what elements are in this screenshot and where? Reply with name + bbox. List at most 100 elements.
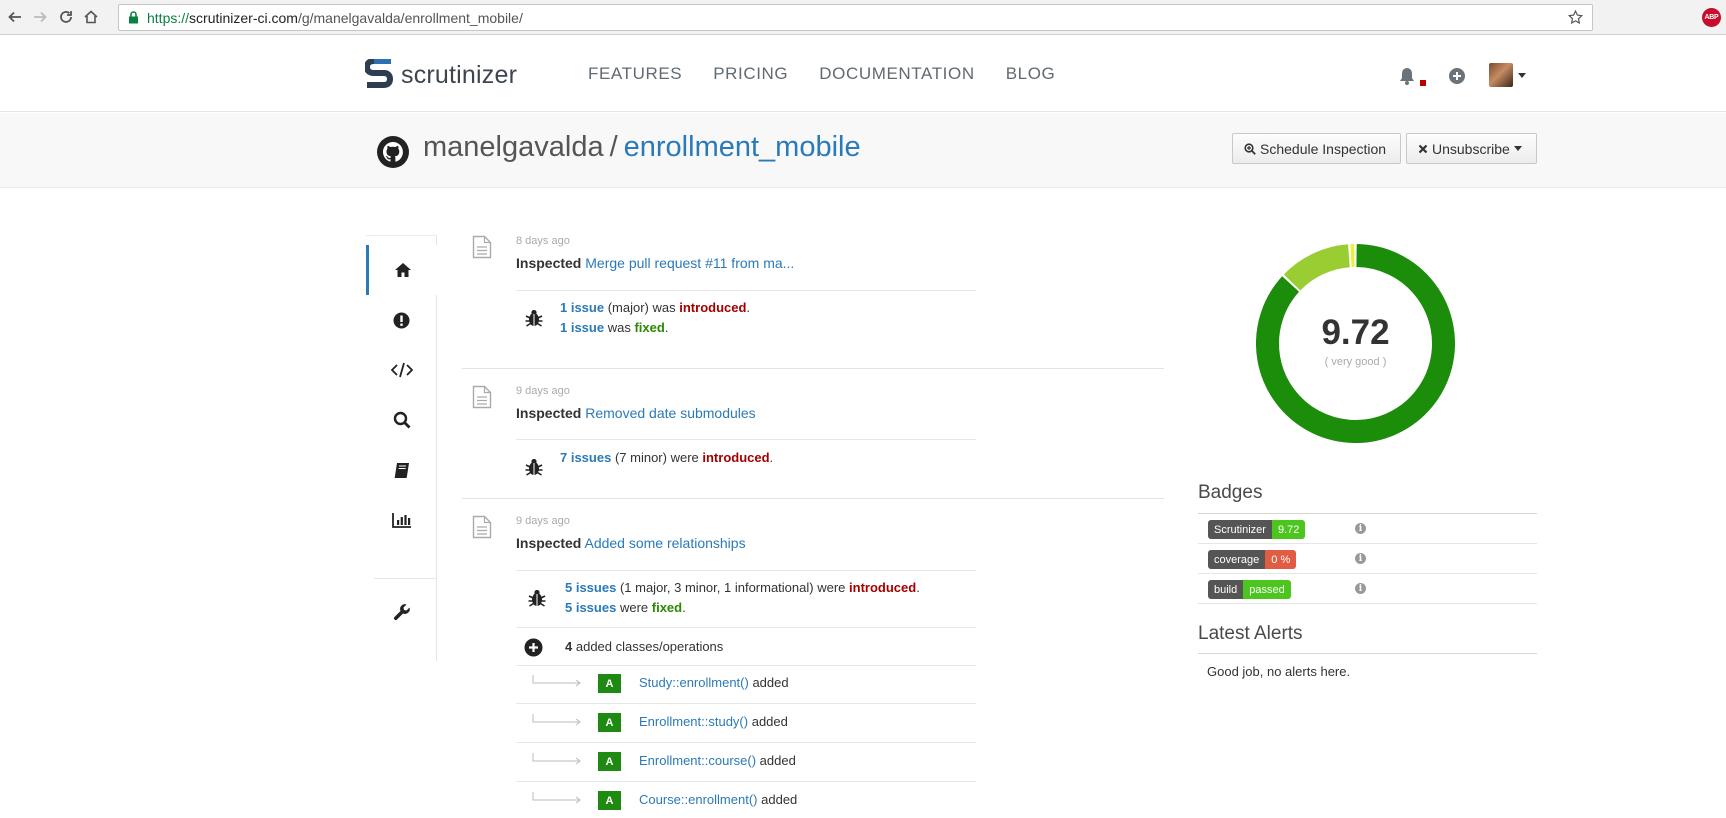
badge-label: coverage [1208,550,1266,569]
info-icon[interactable]: i [1355,553,1366,564]
schedule-inspection-button[interactable]: Schedule Inspection [1232,133,1401,164]
inspection-entry: 9 days ago Inspected Removed date submod… [462,385,1164,495]
fixed-detail: were [619,600,649,615]
repository-bar: manelgavalda / enrollment_mobile Schedule … [0,113,1726,188]
inspection-entry: 9 days ago Inspected Added some relation… [462,515,1164,818]
scrutinizer-badge[interactable]: Scrutinizer 9.72 [1208,520,1306,539]
add-circle-icon[interactable] [1449,68,1465,84]
entry-divider [516,665,976,666]
fixed-word: fixed [651,600,683,615]
method-status: added [759,753,796,768]
chevron-down-icon [1513,146,1522,151]
method-link[interactable]: Enrollment::course() [639,753,756,768]
fixed-issues-line: 1 issue was fixed. [560,320,669,335]
method-link[interactable]: Study::enrollment() [639,675,749,690]
user-avatar[interactable] [1489,63,1513,87]
alerts-divider [1198,653,1537,654]
build-badge[interactable]: build passed [1208,580,1291,599]
fixed-issues-link[interactable]: 1 issue [560,320,604,335]
inspection-entry: 8 days ago Inspected Merge pull request … [462,235,1164,365]
fixed-issues-link[interactable]: 5 issues [565,600,616,615]
chevron-down-icon[interactable] [1518,73,1526,78]
nav-features[interactable]: FEATURES [588,64,682,84]
method-link[interactable]: Enrollment::study() [639,714,748,729]
home-browser-icon[interactable] [79,5,103,29]
nav-blog[interactable]: BLOG [1006,64,1056,84]
reload-icon[interactable] [54,5,78,29]
inspection-verb: Inspected [516,255,582,271]
main-nav: FEATURES PRICING DOCUMENTATION BLOG [588,64,1086,84]
entry-divider [516,703,976,704]
repo-owner[interactable]: manelgavalda [423,131,604,163]
bookmark-star-icon[interactable] [1567,9,1584,26]
sidebar-top-border [366,235,437,236]
plus-circle-icon [524,638,543,657]
entry-divider [516,570,976,571]
unsubscribe-button[interactable]: Unsubscribe [1406,133,1537,164]
sidebar-item-search[interactable] [366,395,437,445]
introduced-issues-line: 7 issues (7 minor) were introduced. [560,450,774,465]
inspection-commit-link[interactable]: Added some relationships [584,535,745,551]
document-icon [472,385,492,409]
latest-alerts-title: Latest Alerts [1198,623,1303,644]
introduced-issues-link[interactable]: 5 issues [565,580,616,595]
sidebar-divider [374,578,437,579]
introduced-issues-link[interactable]: 1 issue [560,300,604,315]
schedule-inspection-label: Schedule Inspection [1260,140,1387,157]
inspection-commit-link[interactable]: Merge pull request #11 from ma... [585,255,794,271]
badge-label: build [1208,580,1244,599]
sidebar-item-home[interactable] [366,245,437,295]
sidebar-item-code[interactable] [366,345,437,395]
introduced-detail: (major) was [607,300,676,315]
info-icon[interactable]: i [1355,583,1366,594]
inspection-commit-link[interactable]: Removed date submodules [585,405,755,421]
forward-icon[interactable] [28,5,52,29]
alerts-message: Good job, no alerts here. [1207,664,1351,679]
badge-row: coverage 0 % i [1198,544,1537,574]
method-link[interactable]: Course::enrollment() [639,792,758,807]
repo-name[interactable]: enrollment_mobile [624,131,861,163]
exclamation-circle-icon [393,312,410,328]
info-icon[interactable]: i [1355,523,1366,534]
introduced-issues-link[interactable]: 7 issues [560,450,611,465]
sidebar-item-issues[interactable] [366,295,437,345]
inspection-time: 9 days ago [516,385,570,397]
bar-chart-icon [391,513,411,528]
introduced-issues-line: 1 issue (major) was introduced. [560,300,751,315]
wrench-icon [393,604,410,621]
repo-separator: / [609,131,618,163]
adblock-extension-icon[interactable]: ABP [1702,8,1721,27]
badges-title: Badges [1198,482,1263,503]
tree-connector-icon [532,753,581,765]
inspection-headline: Inspected Merge pull request #11 from ma… [516,255,794,271]
url-path: /g/manelgavalda/enrollment_mobile/ [297,10,523,26]
inspection-headline: Inspected Added some relationships [516,535,746,551]
fixed-word: fixed [634,320,665,335]
bug-icon [525,458,543,476]
introduced-word: introduced [702,450,770,465]
browser-toolbar: https://scrutinizer-ci.com/g/manelgavald… [0,0,1726,35]
lock-icon [129,11,138,24]
badge-row: Scrutinizer 9.72 i [1198,514,1537,544]
quality-rating: ( very good ) [1324,356,1387,368]
badge-row: build passed i [1198,574,1537,604]
back-icon[interactable] [3,5,27,29]
code-icon [390,362,413,378]
notification-bell-icon[interactable] [1398,66,1416,86]
badge-value: 9.72 [1271,520,1306,539]
scrutinizer-logo[interactable]: scrutinizer [365,55,517,95]
nav-pricing[interactable]: PRICING [713,64,788,84]
site-header: scrutinizer FEATURES PRICING DOCUMENTATI… [0,35,1726,112]
document-icon [472,235,492,259]
sidebar-item-docs[interactable] [366,445,437,495]
sidebar-item-statistics[interactable] [366,495,437,545]
address-bar[interactable]: https://scrutinizer-ci.com/g/manelgavald… [118,4,1593,31]
badge-label: Scrutinizer [1208,520,1272,539]
nav-documentation[interactable]: DOCUMENTATION [819,64,974,84]
coverage-badge[interactable]: coverage 0 % [1208,550,1297,569]
introduced-issues-line: 5 issues (1 major, 3 minor, 1 informatio… [565,580,920,595]
fixed-issues-line: 5 issues were fixed. [565,600,686,615]
introduced-detail: (7 minor) were [614,450,699,465]
sidebar-item-settings[interactable] [366,587,437,637]
quality-score: 9.72 [1321,313,1390,352]
